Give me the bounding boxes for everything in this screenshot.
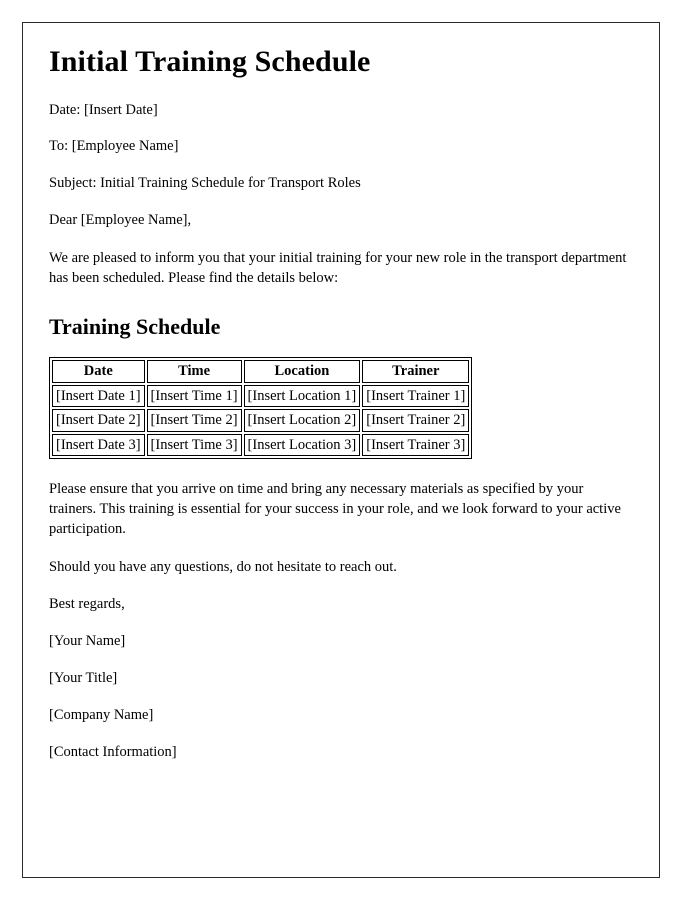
cell-time: [Insert Time 2] bbox=[146, 409, 242, 432]
body-paragraph-2: Should you have any questions, do not he… bbox=[49, 559, 397, 576]
meta-line-recipient: To: [Employee Name] bbox=[49, 138, 179, 155]
document-page: Initial Training Schedule Date: [Insert … bbox=[22, 22, 660, 878]
table-row: [Insert Date 2] [Insert Time 2] [Insert … bbox=[52, 409, 470, 432]
table-body: [Insert Date 1] [Insert Time 1] [Insert … bbox=[52, 384, 470, 457]
meta-line-subject: Subject: Initial Training Schedule for T… bbox=[49, 175, 361, 192]
column-header-location: Location bbox=[243, 360, 361, 383]
table-row: [Insert Date 1] [Insert Time 1] [Insert … bbox=[52, 384, 470, 408]
intro-paragraph: We are pleased to inform you that your i… bbox=[49, 249, 627, 286]
cell-date: [Insert Date 3] bbox=[52, 433, 145, 457]
cell-location: [Insert Location 1] bbox=[243, 384, 361, 408]
signature-company-name: [Company Name] bbox=[49, 706, 154, 723]
table-header: Date Time Location Trainer bbox=[52, 360, 470, 383]
column-header-time: Time bbox=[146, 360, 242, 383]
signature-your-title: [Your Title] bbox=[49, 670, 118, 687]
signature-your-name: [Your Name] bbox=[49, 633, 126, 650]
cell-trainer: [Insert Trainer 2] bbox=[362, 409, 470, 432]
cell-time: [Insert Time 1] bbox=[146, 384, 242, 408]
cell-time: [Insert Time 3] bbox=[146, 433, 242, 457]
closing-line: Best regards, bbox=[49, 596, 125, 613]
meta-line-date: Date: [Insert Date] bbox=[49, 101, 158, 118]
salutation: Dear [Employee Name], bbox=[49, 212, 192, 229]
body-paragraph-1: Please ensure that you arrive on time an… bbox=[49, 481, 621, 538]
cell-trainer: [Insert Trainer 1] bbox=[362, 384, 470, 408]
cell-date: [Insert Date 1] bbox=[52, 384, 145, 408]
page-title: Initial Training Schedule bbox=[49, 45, 371, 78]
cell-location: [Insert Location 2] bbox=[243, 409, 361, 432]
signature-contact-information: [Contact Information] bbox=[49, 743, 177, 760]
training-schedule-table: Date Time Location Trainer [Insert Date … bbox=[49, 357, 473, 460]
table-header-row: Date Time Location Trainer bbox=[52, 360, 470, 383]
table-row: [Insert Date 3] [Insert Time 3] [Insert … bbox=[52, 433, 470, 457]
cell-trainer: [Insert Trainer 3] bbox=[362, 433, 470, 457]
column-header-date: Date bbox=[52, 360, 145, 383]
document-content: Initial Training Schedule Date: [Insert … bbox=[49, 45, 627, 780]
column-header-trainer: Trainer bbox=[362, 360, 470, 383]
cell-date: [Insert Date 2] bbox=[52, 409, 145, 432]
cell-location: [Insert Location 3] bbox=[243, 433, 361, 457]
section-title-training-schedule: Training Schedule bbox=[49, 313, 221, 339]
